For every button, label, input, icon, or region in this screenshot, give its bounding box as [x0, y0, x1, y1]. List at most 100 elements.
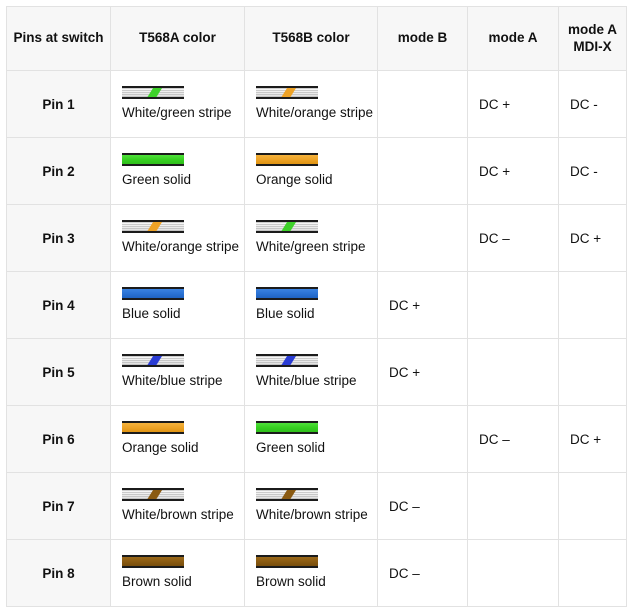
mode-b-cell [377, 405, 468, 473]
wire-swatch-green-stripe [122, 86, 184, 100]
wire-swatch-brown-solid [122, 555, 184, 569]
wire-label: Blue solid [256, 306, 315, 322]
t568b-cell: White/brown stripe [244, 472, 378, 540]
wire-t568a: White/blue stripe [122, 354, 244, 389]
mode-a-mdix-cell [558, 338, 627, 406]
wire-t568b: White/green stripe [256, 220, 377, 255]
mode-a-mdix-cell: DC - [558, 70, 627, 138]
pin-label-cell: Pin 7 [6, 472, 111, 540]
wire-label: White/orange stripe [122, 239, 240, 255]
wire-swatch-brown-stripe [122, 488, 184, 502]
pin-label-cell: Pin 4 [6, 271, 111, 339]
pin-label-cell: Pin 1 [6, 70, 111, 138]
mode-b-cell [377, 204, 468, 272]
wire-t568a: Blue solid [122, 287, 244, 322]
wire-t568a: Green solid [122, 153, 244, 188]
mode-a-mdix-line1: mode A [567, 21, 617, 37]
page-root: Pins at switch T568A color T568B color m… [0, 0, 632, 611]
wire-swatch-orange-stripe [256, 86, 318, 100]
t568b-cell: Orange solid [244, 137, 378, 205]
mode-a-cell: DC – [467, 405, 559, 473]
table-header: Pins at switch T568A color T568B color m… [6, 6, 627, 71]
wire-label: Brown solid [122, 574, 192, 590]
wire-t568b: White/brown stripe [256, 488, 377, 523]
ethernet-pinout-table: Pins at switch T568A color T568B color m… [6, 6, 627, 607]
t568b-cell: Green solid [244, 405, 378, 473]
wire-label: White/green stripe [256, 239, 366, 255]
wire-label: White/blue stripe [256, 373, 357, 389]
mode-a-mdix-cell [558, 539, 627, 607]
header-row: Pins at switch T568A color T568B color m… [6, 6, 627, 71]
stripe-mark-icon [141, 356, 166, 366]
wire-swatch-brown-stripe [256, 488, 318, 502]
mode-a-cell [467, 472, 559, 540]
wire-label: White/blue stripe [122, 373, 223, 389]
table-row: Pin 2 Green solid Orange solid DC + DC - [6, 137, 627, 205]
pin-label-cell: Pin 6 [6, 405, 111, 473]
wire-swatch-blue-stripe [122, 354, 184, 368]
table-body: Pin 1 White/green stripe White/orange stri… [6, 70, 627, 607]
stripe-mark-icon [141, 490, 166, 500]
wire-t568a: White/orange stripe [122, 220, 244, 255]
wire-swatch-blue-solid [256, 287, 318, 301]
table-row: Pin 6 Orange solid Green solid DC – DC + [6, 405, 627, 473]
table-row: Pin 3 White/orange stripe White/green stri… [6, 204, 627, 272]
column-header-t568a: T568A color [110, 6, 245, 71]
column-header-t568b: T568B color [244, 6, 378, 71]
wire-swatch-brown-solid [256, 555, 318, 569]
mode-b-cell: DC + [377, 338, 468, 406]
wire-t568a: Brown solid [122, 555, 244, 590]
mode-b-cell [377, 70, 468, 138]
wire-label: White/orange stripe [256, 105, 374, 121]
wire-swatch-blue-solid [122, 287, 184, 301]
t568a-cell: White/orange stripe [110, 204, 245, 272]
pin-label-cell: Pin 3 [6, 204, 111, 272]
t568b-cell: White/orange stripe [244, 70, 378, 138]
wire-label: Green solid [122, 172, 192, 188]
table-row: Pin 4 Blue solid Blue solid DC + [6, 271, 627, 339]
wire-t568a: White/brown stripe [122, 488, 244, 523]
wire-t568b: White/orange stripe [256, 86, 377, 121]
t568a-cell: White/green stripe [110, 70, 245, 138]
table-row: Pin 8 Brown solid Brown solid DC – [6, 539, 627, 607]
column-header-pins: Pins at switch [6, 6, 111, 71]
t568a-cell: White/brown stripe [110, 472, 245, 540]
mode-a-mdix-cell: DC + [558, 204, 627, 272]
t568a-cell: Brown solid [110, 539, 245, 607]
wire-label: White/brown stripe [256, 507, 368, 523]
column-header-mode-a-mdix: mode A MDI-X [558, 6, 627, 71]
pin-label-cell: Pin 5 [6, 338, 111, 406]
mode-a-cell: DC + [467, 137, 559, 205]
pin-label-cell: Pin 8 [6, 539, 111, 607]
t568a-cell: White/blue stripe [110, 338, 245, 406]
t568b-cell: White/blue stripe [244, 338, 378, 406]
wire-t568b: Orange solid [256, 153, 377, 188]
mode-a-cell [467, 271, 559, 339]
wire-t568b: Blue solid [256, 287, 377, 322]
table-row: Pin 5 White/blue stripe White/blue stripe D… [6, 338, 627, 406]
stripe-mark-icon [275, 88, 300, 98]
stripe-mark-icon [275, 356, 300, 366]
t568b-cell: Brown solid [244, 539, 378, 607]
wire-t568a: White/green stripe [122, 86, 244, 121]
mode-a-cell [467, 539, 559, 607]
wire-swatch-green-solid [122, 153, 184, 167]
stripe-mark-icon [275, 222, 300, 232]
table-row: Pin 1 White/green stripe White/orange stri… [6, 70, 627, 138]
wire-swatch-orange-stripe [122, 220, 184, 234]
mode-a-mdix-cell: DC - [558, 137, 627, 205]
stripe-mark-icon [141, 222, 166, 232]
column-header-mode-b: mode B [377, 6, 468, 71]
wire-label: White/green stripe [122, 105, 232, 121]
wire-label: Orange solid [122, 440, 199, 456]
mode-a-mdix-cell [558, 472, 627, 540]
mode-b-cell [377, 137, 468, 205]
mode-a-mdix-line2: MDI-X [573, 38, 612, 54]
t568b-cell: White/green stripe [244, 204, 378, 272]
wire-label: White/brown stripe [122, 507, 234, 523]
mode-b-cell: DC – [377, 539, 468, 607]
t568a-cell: Blue solid [110, 271, 245, 339]
wire-t568b: White/blue stripe [256, 354, 377, 389]
mode-b-cell: DC – [377, 472, 468, 540]
wire-label: Blue solid [122, 306, 181, 322]
